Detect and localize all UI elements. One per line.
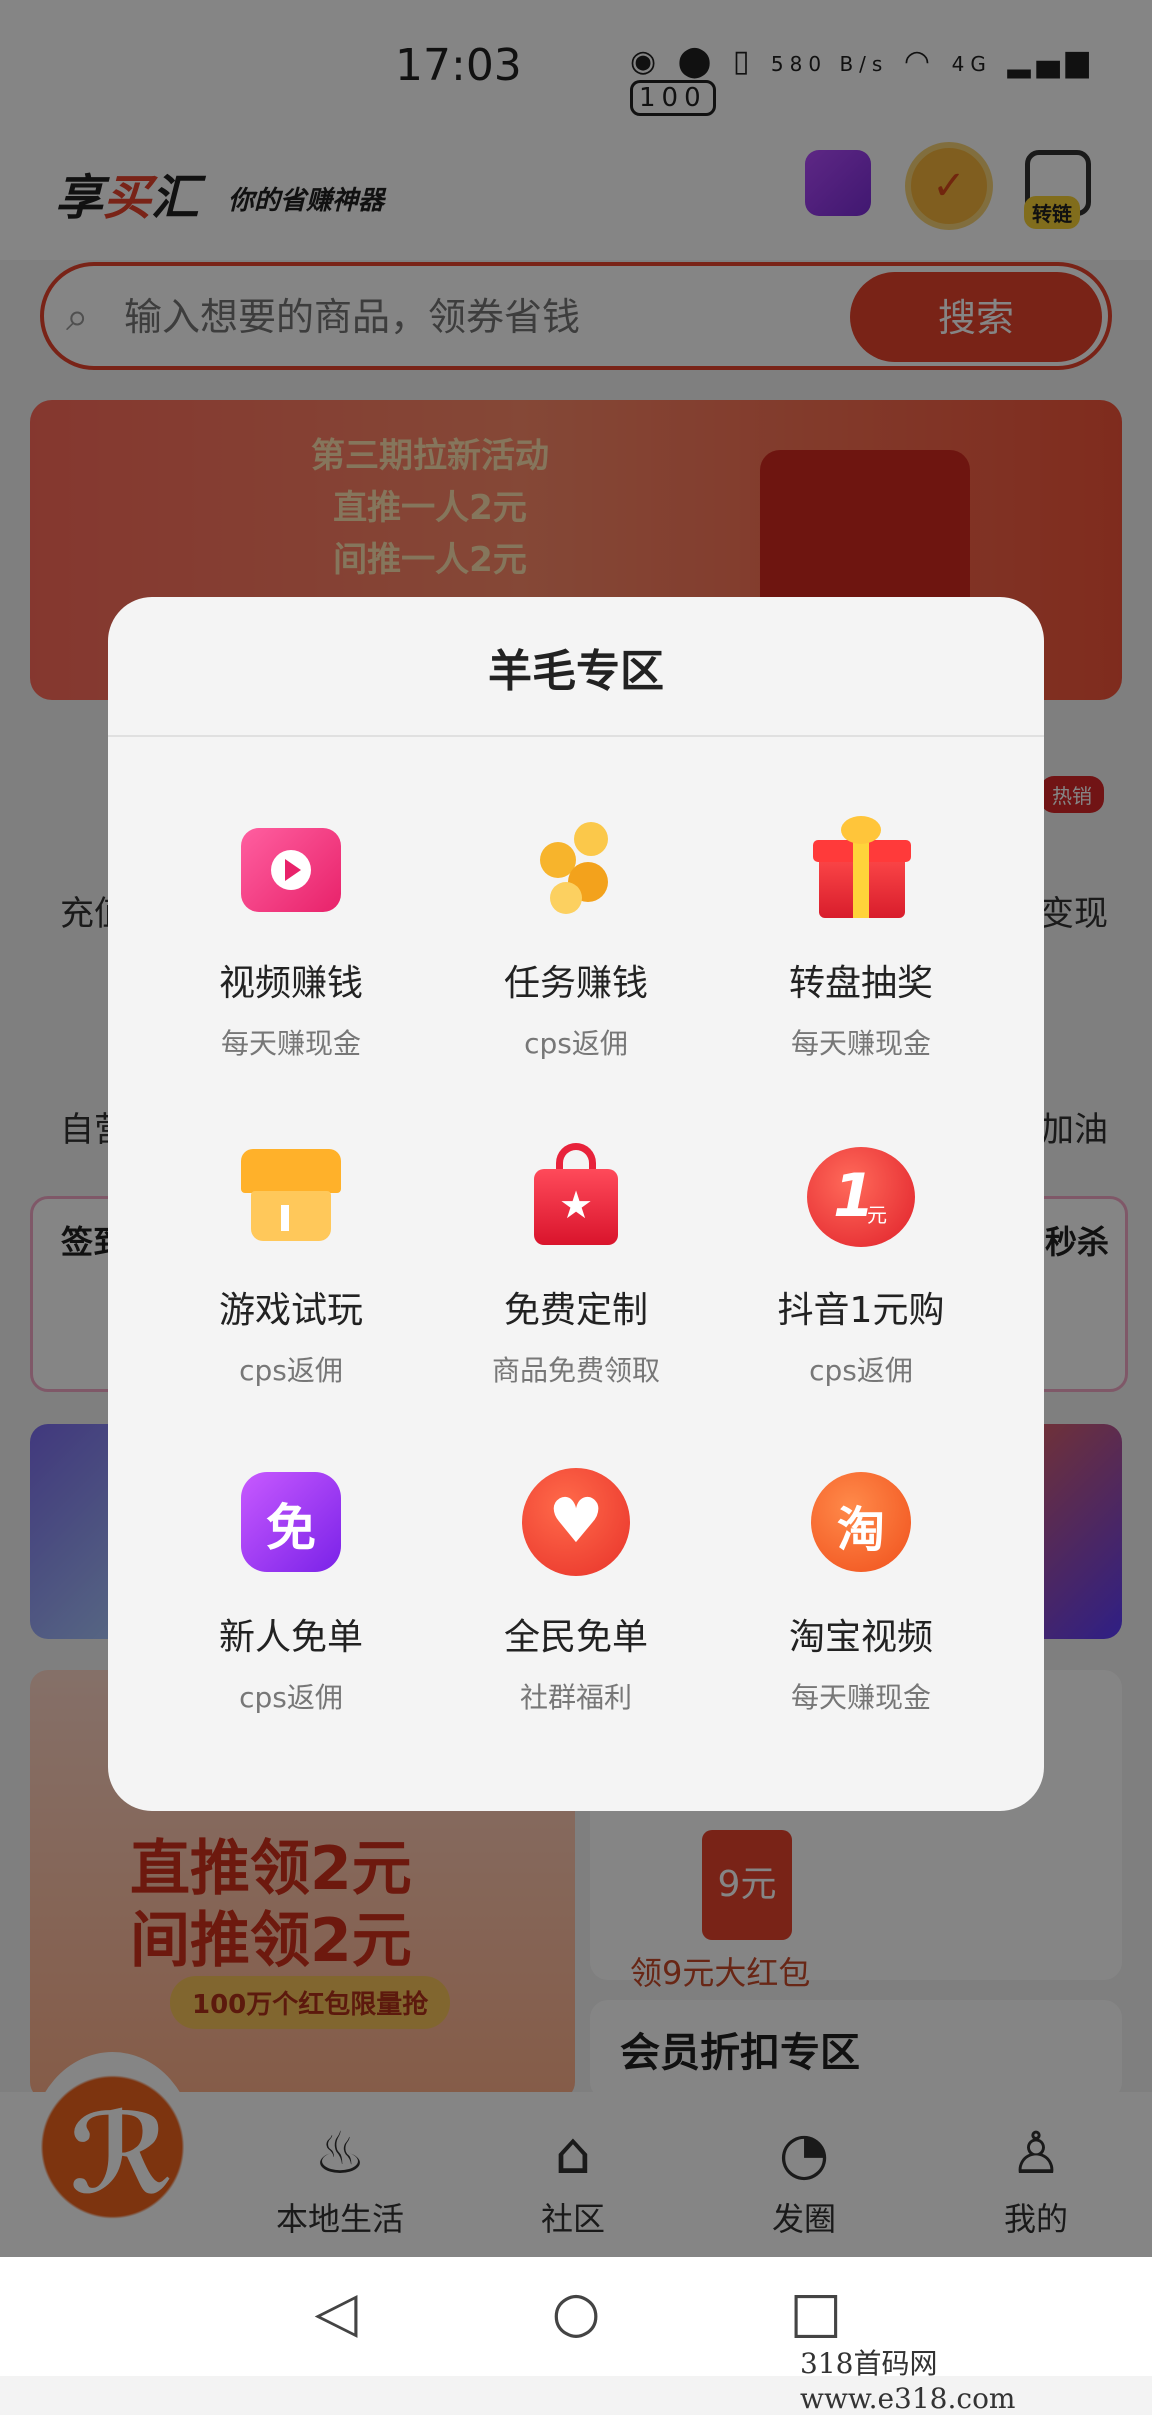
zone-item-name: 免费定制 xyxy=(503,1290,648,1331)
shopping-bag-star-icon: ★ xyxy=(520,1139,632,1251)
zone-item-video-earn[interactable]: 视频赚钱 每天赚现金 xyxy=(156,812,426,1062)
zone-item-desc: 每天赚现金 xyxy=(220,1027,361,1060)
zone-item-name: 全民免单 xyxy=(503,1617,648,1658)
modal-title: 羊毛专区 xyxy=(488,646,664,697)
heart-icon: ♥ xyxy=(520,1466,632,1578)
zone-item-name: 新人免单 xyxy=(218,1617,363,1658)
zone-item-desc: cps返佣 xyxy=(239,1354,343,1387)
watermark-text: 318首码网 www.e318.com xyxy=(800,2347,1016,2415)
zone-item-name: 视频赚钱 xyxy=(218,963,363,1004)
zone-item-game-trial[interactable]: 游戏试玩 cps返佣 xyxy=(156,1139,426,1389)
zone-item-name: 抖音1元购 xyxy=(777,1290,945,1331)
gold-nugget-icon xyxy=(520,812,632,924)
tv-play-icon xyxy=(235,812,347,924)
modal-divider xyxy=(108,735,1044,737)
taobao-glyph: 淘 xyxy=(836,1502,885,1558)
zone-item-task-earn[interactable]: 任务赚钱 cps返佣 xyxy=(441,812,711,1062)
zone-item-newcomer-free[interactable]: 免 新人免单 cps返佣 xyxy=(156,1466,426,1716)
zone-item-desc: 社群福利 xyxy=(519,1681,632,1714)
zone-item-desc: cps返佣 xyxy=(809,1354,913,1387)
zone-item-free-custom[interactable]: ★ 免费定制 商品免费领取 xyxy=(441,1139,711,1389)
zone-item-desc: 每天赚现金 xyxy=(790,1027,931,1060)
zone-item-all-free[interactable]: ♥ 全民免单 社群福利 xyxy=(441,1466,711,1716)
zone-item-name: 游戏试玩 xyxy=(218,1290,363,1331)
zone-item-taobao-video[interactable]: 淘 淘宝视频 每天赚现金 xyxy=(726,1466,996,1716)
shop-awning-icon xyxy=(235,1139,347,1251)
zone-item-name: 淘宝视频 xyxy=(788,1617,933,1658)
free-glyph: 免 xyxy=(266,1499,316,1557)
home-circle-icon[interactable]: ○ xyxy=(536,2280,616,2345)
taobao-icon: 淘 xyxy=(805,1466,917,1578)
zone-item-desc: 商品免费领取 xyxy=(491,1354,660,1387)
zone-item-desc: cps返佣 xyxy=(239,1681,343,1714)
zone-item-desc: cps返佣 xyxy=(524,1027,628,1060)
gift-box-icon xyxy=(805,812,917,924)
zone-item-name: 任务赚钱 xyxy=(503,963,648,1004)
zone-item-wheel-lottery[interactable]: 转盘抽奖 每天赚现金 xyxy=(726,812,996,1062)
one-yuan-coin-icon: 1 元 xyxy=(805,1139,917,1251)
wool-zone-modal: 羊毛专区 视频赚钱 每天赚现金 任务赚钱 cps返佣 转盘抽奖 每天赚现金 游戏… xyxy=(108,597,1044,1811)
zone-item-name: 转盘抽奖 xyxy=(788,963,933,1004)
back-icon[interactable]: ◁ xyxy=(296,2280,376,2345)
free-badge-icon: 免 xyxy=(235,1466,347,1578)
zone-item-desc: 每天赚现金 xyxy=(790,1681,931,1714)
recents-square-icon[interactable]: □ xyxy=(776,2280,856,2345)
yuan-glyph: 元 xyxy=(867,1203,887,1227)
zone-item-douyin-one-yuan[interactable]: 1 元 抖音1元购 cps返佣 xyxy=(726,1139,996,1389)
